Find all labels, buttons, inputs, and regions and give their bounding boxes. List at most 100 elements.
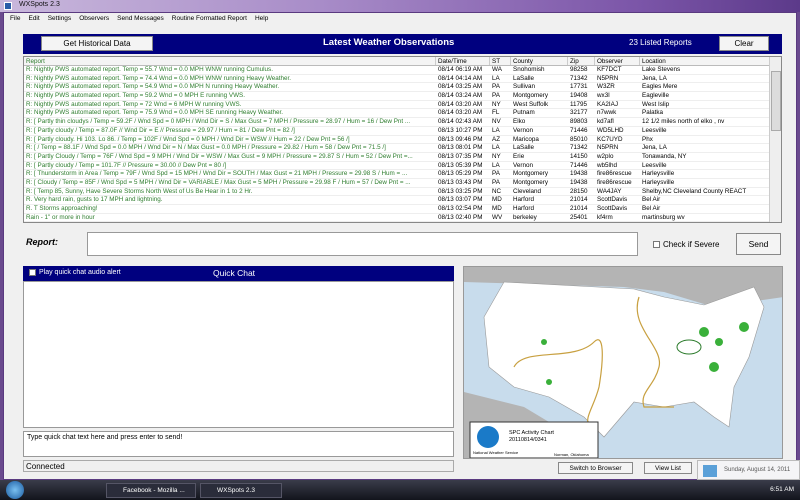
table-cell: R: [ Cloudy / Temp = 85F / Wnd Spd = 5 M… xyxy=(26,178,411,186)
start-button[interactable] xyxy=(6,481,24,499)
table-cell: R: [ Partly cloudy. Hi 103. Lo 86. / Tem… xyxy=(26,135,350,143)
table-cell: 08/13 05:39 PM xyxy=(438,161,483,169)
scrollbar-thumb[interactable] xyxy=(771,71,781,131)
table-row[interactable]: R: [ Partly cloudy / Temp = 101.7F // Pr… xyxy=(24,162,781,171)
menu-routine-report[interactable]: Routine Formatted Report xyxy=(172,15,247,23)
menu-help[interactable]: Help xyxy=(255,15,268,23)
table-cell: 08/13 03:07 PM xyxy=(438,196,483,204)
table-header: Report Date/Time ST County Zip Observer Locati… xyxy=(24,57,781,66)
table-cell: Sullivan xyxy=(513,83,536,91)
main-window: File Edit Settings Observers Send Messag… xyxy=(3,12,797,480)
table-row[interactable]: Rain - 1" or more in hour 08/13 02:40 PM W… xyxy=(24,213,781,222)
severe-checkbox[interactable]: Check if Severe xyxy=(653,240,719,249)
menu-send-messages[interactable]: Send Messages xyxy=(117,15,164,23)
table-cell: 08/13 10:27 PM xyxy=(438,126,483,134)
table-cell: 08/13 09:46 PM xyxy=(438,135,483,143)
table-cell: LaSalle xyxy=(513,74,535,82)
clear-button[interactable]: Clear xyxy=(719,36,769,51)
column-header[interactable]: Observer xyxy=(595,57,640,65)
table-cell: Harleysville xyxy=(642,170,675,178)
table-cell: KF7DCT xyxy=(597,66,622,73)
table-cell: WV xyxy=(492,213,503,221)
table-cell: Tonawanda, NY xyxy=(642,152,687,160)
column-header[interactable]: ST xyxy=(490,57,511,65)
table-cell: kf4rm xyxy=(597,213,613,221)
table-row[interactable]: R: Nightly PWS automated report. Temp = … xyxy=(24,66,781,75)
table-row[interactable]: R: [ Thunderstorm in Area / Temp = 79F /… xyxy=(24,170,781,179)
send-button[interactable]: Send xyxy=(736,233,781,255)
table-cell: fire86rescue xyxy=(597,178,632,186)
taskbar-item-firefox[interactable]: Facebook - Mozilla ... xyxy=(106,483,196,498)
table-cell: LA xyxy=(492,144,500,152)
table-cell: NV xyxy=(492,118,501,126)
table-cell: 08/14 04:14 AM xyxy=(438,74,483,82)
get-historical-data-button[interactable]: Get Historical Data xyxy=(41,36,153,51)
table-cell: R: Nightly PWS automated report. Temp = … xyxy=(26,109,284,117)
menu-edit[interactable]: Edit xyxy=(28,15,39,23)
table-row[interactable]: R: [ / Temp = 88.1F / Wnd Spd = 0.0 MPH … xyxy=(24,144,781,153)
checkbox-icon[interactable] xyxy=(653,241,660,248)
table-cell: ScottDavis xyxy=(597,196,628,204)
map-title: SPC Activity Chart xyxy=(509,430,554,436)
table-cell: Leesville xyxy=(642,161,667,169)
table-cell: Montgomery xyxy=(513,178,548,186)
table-cell: PA xyxy=(492,92,500,100)
table-cell: 21014 xyxy=(570,196,588,204)
table-cell: Harford xyxy=(513,196,534,204)
table-cell: WD5LHD xyxy=(597,126,624,134)
table-row[interactable]: R: Nightly PWS automated report. Temp = … xyxy=(24,92,781,101)
checked-checkbox-icon[interactable] xyxy=(29,269,36,276)
column-header[interactable]: Date/Time xyxy=(436,57,490,65)
table-row[interactable]: R: Nightly PWS automated report. Temp = … xyxy=(24,75,781,84)
column-header[interactable]: Zip xyxy=(568,57,595,65)
table-row[interactable]: R: [ Partly cloudy. Hi 103. Lo 86. / Tem… xyxy=(24,136,781,145)
table-cell: 08/13 05:29 PM xyxy=(438,170,483,178)
table-row[interactable]: R. Very hard rain, gusts to 17 MPH and l… xyxy=(24,196,781,205)
view-list-button[interactable]: View List xyxy=(644,462,692,474)
table-cell: Vernon xyxy=(513,126,533,134)
menu-bar: File Edit Settings Observers Send Messag… xyxy=(4,13,796,25)
audio-alert-label: Play quick chat audio alert xyxy=(39,269,121,276)
audio-alert-checkbox[interactable]: Play quick chat audio alert xyxy=(29,269,121,276)
table-row[interactable]: R: Nightly PWS automated report. Temp = … xyxy=(24,101,781,110)
table-row[interactable]: R: Nightly PWS automated report. Temp = … xyxy=(24,109,781,119)
table-scrollbar[interactable] xyxy=(769,57,781,222)
quick-chat-input[interactable]: Type quick chat text here and press ente… xyxy=(23,431,454,457)
table-cell: 21014 xyxy=(570,205,588,212)
column-header[interactable]: County xyxy=(511,57,568,65)
table-cell: R: Nightly PWS automated report. Temp = … xyxy=(26,83,280,91)
table-cell: kd7afl xyxy=(597,118,614,126)
switch-to-browser-button[interactable]: Switch to Browser xyxy=(558,462,633,474)
table-cell: Montgomery xyxy=(513,170,548,178)
table-cell: 08/14 02:43 AM xyxy=(438,118,483,126)
app-icon xyxy=(4,2,12,10)
menu-settings[interactable]: Settings xyxy=(48,15,72,23)
quick-chat-log[interactable] xyxy=(23,281,454,428)
table-cell: Montgomery xyxy=(513,92,548,100)
table-cell: 89803 xyxy=(570,118,588,126)
table-cell: LA xyxy=(492,161,500,169)
column-header[interactable]: Location xyxy=(640,57,771,65)
report-input[interactable] xyxy=(87,232,638,256)
menu-file[interactable]: File xyxy=(10,15,20,23)
table-row[interactable]: R: [ Partly Cloudy / Temp = 76F / Wnd Sp… xyxy=(24,153,781,162)
table-row[interactable]: R: [ Partly cloudy / Temp = 87.0F // Wnd… xyxy=(24,127,781,136)
observations-header: Get Historical Data Latest Weather Obser… xyxy=(23,34,782,54)
table-row[interactable]: R: Nightly PWS automated report. Temp = … xyxy=(24,83,781,93)
table-cell: R: [ Partly Cloudy / Temp = 76F / Wnd Sp… xyxy=(26,152,413,160)
table-cell: NC xyxy=(492,187,502,195)
menu-observers[interactable]: Observers xyxy=(79,15,109,23)
table-cell: Lake Stevens xyxy=(642,66,681,73)
calendar-icon xyxy=(703,465,717,477)
table-row[interactable]: R. T Storms approaching! 08/13 02:54 PM MD… xyxy=(24,205,781,214)
table-cell: Eagles Mere xyxy=(642,83,678,91)
taskbar-item-wxspots[interactable]: WXSpots 2.3 xyxy=(200,483,282,498)
table-cell: 08/13 08:01 PM xyxy=(438,144,483,152)
table-row[interactable]: R: [ Temp 85, Sunny, Have Severe Storms … xyxy=(24,188,781,197)
taskbar: Facebook - Mozilla ... WXSpots 2.3 6:51 … xyxy=(0,480,800,500)
table-row[interactable]: R: [ Partly thin cloudys / Temp = 59.2F … xyxy=(24,118,781,127)
column-header[interactable]: Report xyxy=(24,57,436,65)
table-row[interactable]: R: [ Cloudy / Temp = 85F / Wnd Spd = 5 M… xyxy=(24,179,781,188)
spc-activity-map[interactable]: SPC Activity Chart 20110814/0341 Nationa… xyxy=(463,266,783,459)
table-cell: Erie xyxy=(513,152,525,160)
